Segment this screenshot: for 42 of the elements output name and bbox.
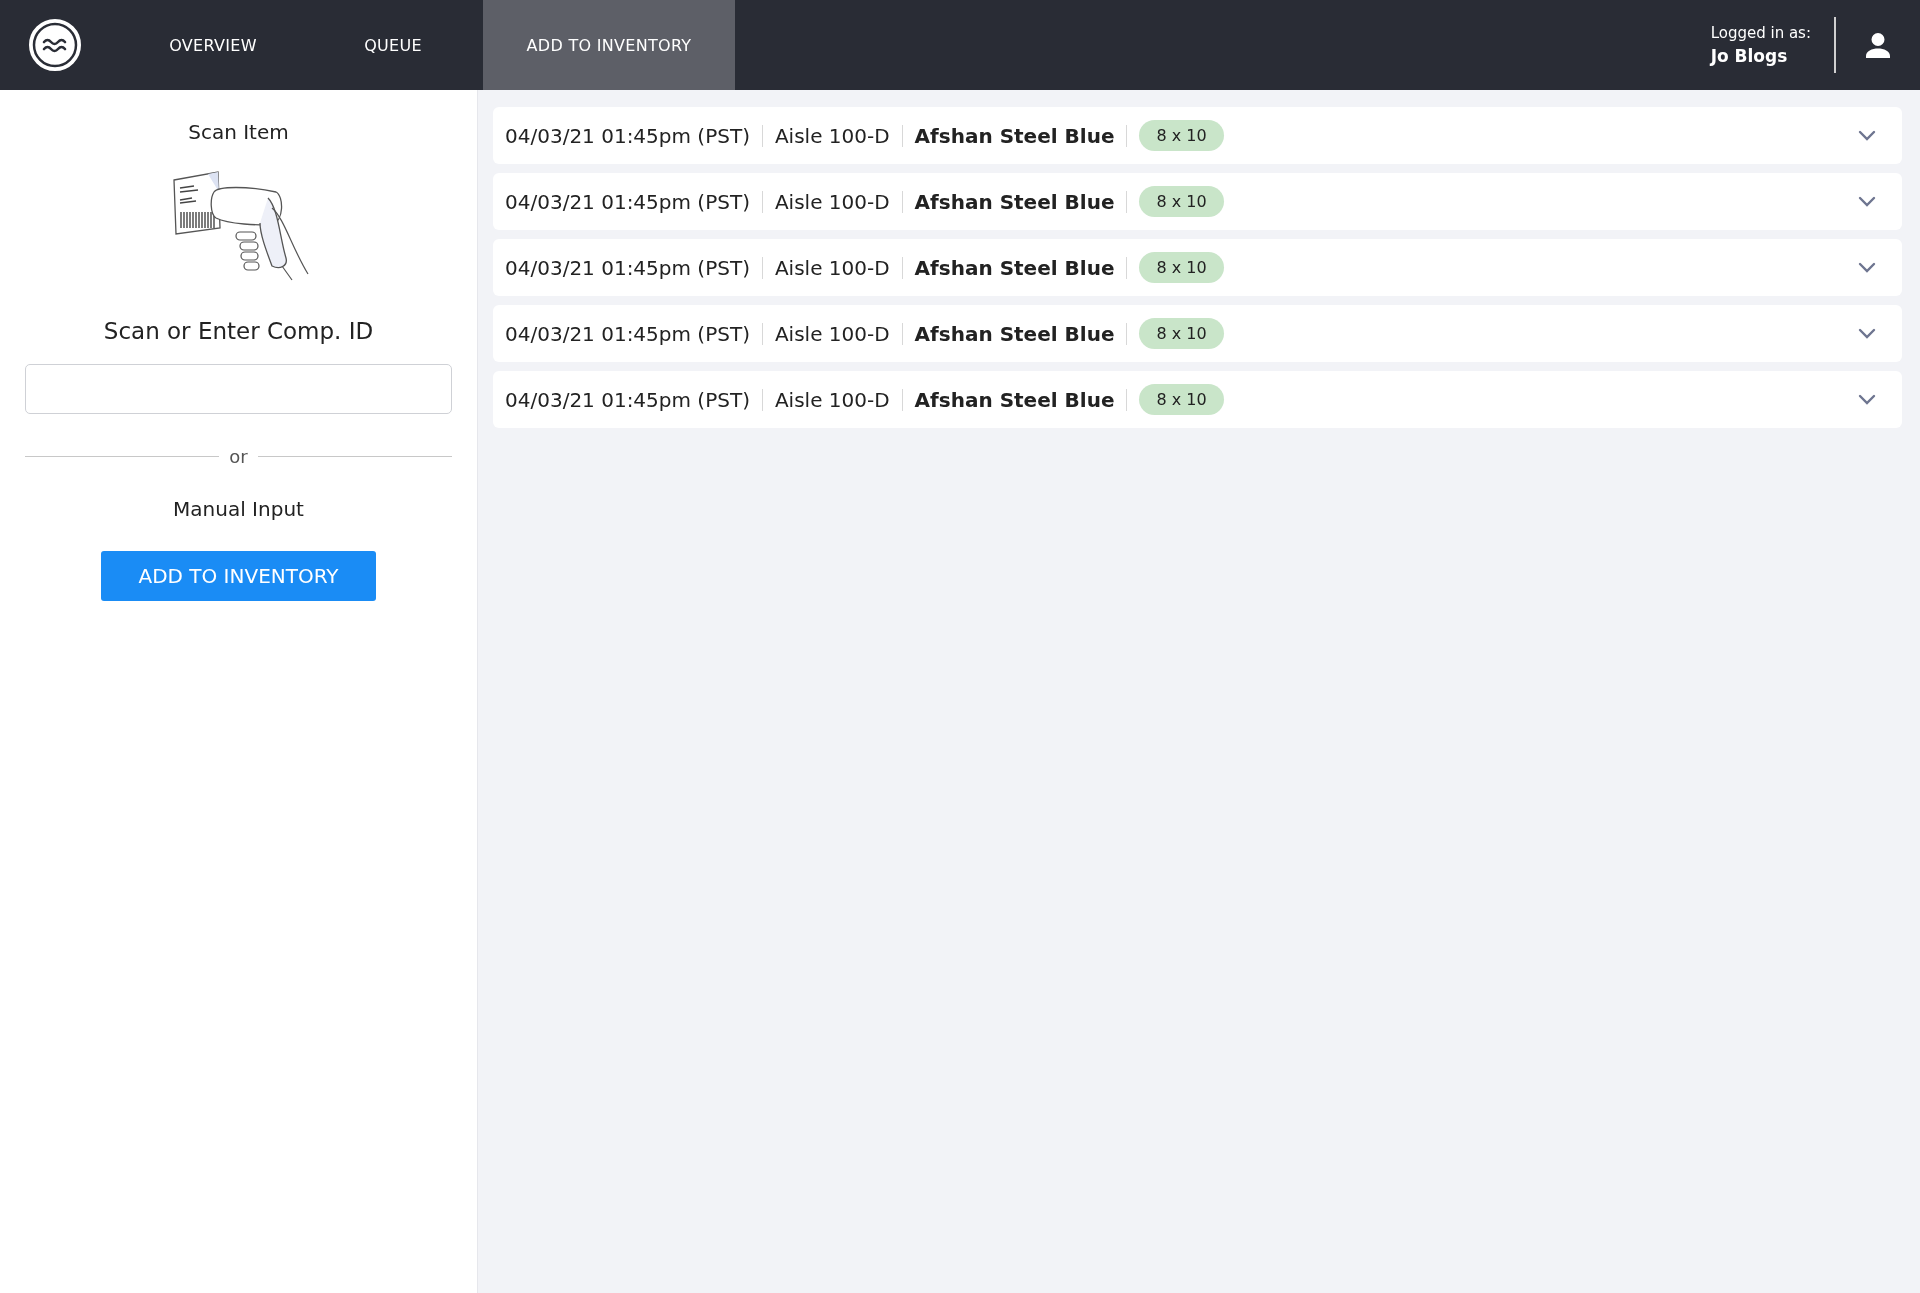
nav-tab[interactable]: QUEUE — [303, 0, 483, 90]
chevron-down-icon[interactable] — [1858, 196, 1876, 207]
size-badge: 8 x 10 — [1139, 318, 1224, 349]
size-badge: 8 x 10 — [1139, 120, 1224, 151]
timestamp-text: 04/03/21 01:45pm (PST) — [505, 321, 750, 346]
timestamp-text: 04/03/21 01:45pm (PST) — [505, 387, 750, 412]
or-separator-text: or — [229, 446, 248, 467]
user-name: Jo Blogs — [1710, 46, 1789, 66]
logged-in-caption: Logged in as: — [1710, 24, 1811, 42]
inventory-item-row[interactable]: 04/03/21 01:45pm (PST) Aisle 100-D Afshan Steel Blue 8 x 10 — [493, 239, 1902, 296]
location-text: Aisle 100-D — [774, 321, 890, 346]
field-label: Scan or Enter Comp. ID — [103, 318, 374, 344]
inventory-item-row[interactable]: 04/03/21 01:45pm (PST) Aisle 100-D Afshan Steel Blue 8 x 10 — [493, 107, 1902, 164]
item-name: Afshan Steel Blue — [914, 189, 1115, 214]
chevron-down-icon[interactable] — [1858, 130, 1876, 141]
size-badge: 8 x 10 — [1139, 384, 1224, 415]
item-name: Afshan Steel Blue — [914, 123, 1115, 148]
item-name: Afshan Steel Blue — [914, 321, 1115, 346]
location-text: Aisle 100-D — [774, 189, 890, 214]
inventory-item-row[interactable]: 04/03/21 01:45pm (PST) Aisle 100-D Afshan Steel Blue 8 x 10 — [493, 305, 1902, 362]
size-badge: 8 x 10 — [1139, 186, 1224, 217]
inventory-item-row[interactable]: 04/03/21 01:45pm (PST) Aisle 100-D Afshan Steel Blue 8 x 10 — [493, 371, 1902, 428]
comp-id-input-field[interactable] — [25, 364, 452, 414]
chevron-down-icon[interactable] — [1858, 328, 1876, 339]
timestamp-text: 04/03/21 01:45pm (PST) — [505, 123, 750, 148]
user-account-icon[interactable] — [1864, 31, 1892, 59]
manual-input-label: Manual Input — [173, 497, 304, 521]
nav-tab[interactable]: ADD TO INVENTORY — [483, 0, 735, 90]
size-badge: 8 x 10 — [1139, 252, 1224, 283]
scan-item-title: Scan Item — [188, 120, 289, 144]
timestamp-text: 04/03/21 01:45pm (PST) — [505, 189, 750, 214]
timestamp-text: 04/03/21 01:45pm (PST) — [505, 255, 750, 280]
item-name: Afshan Steel Blue — [914, 255, 1115, 280]
nav-tab[interactable]: OVERVIEW — [123, 0, 303, 90]
chevron-down-icon[interactable] — [1858, 262, 1876, 273]
chevron-down-icon[interactable] — [1858, 394, 1876, 405]
wave-logo-icon[interactable] — [27, 17, 83, 73]
item-name: Afshan Steel Blue — [914, 387, 1115, 412]
location-text: Aisle 100-D — [774, 255, 890, 280]
location-text: Aisle 100-D — [774, 123, 890, 148]
inventory-item-row[interactable]: 04/03/21 01:45pm (PST) Aisle 100-D Afshan Steel Blue 8 x 10 — [493, 173, 1902, 230]
location-text: Aisle 100-D — [774, 387, 890, 412]
